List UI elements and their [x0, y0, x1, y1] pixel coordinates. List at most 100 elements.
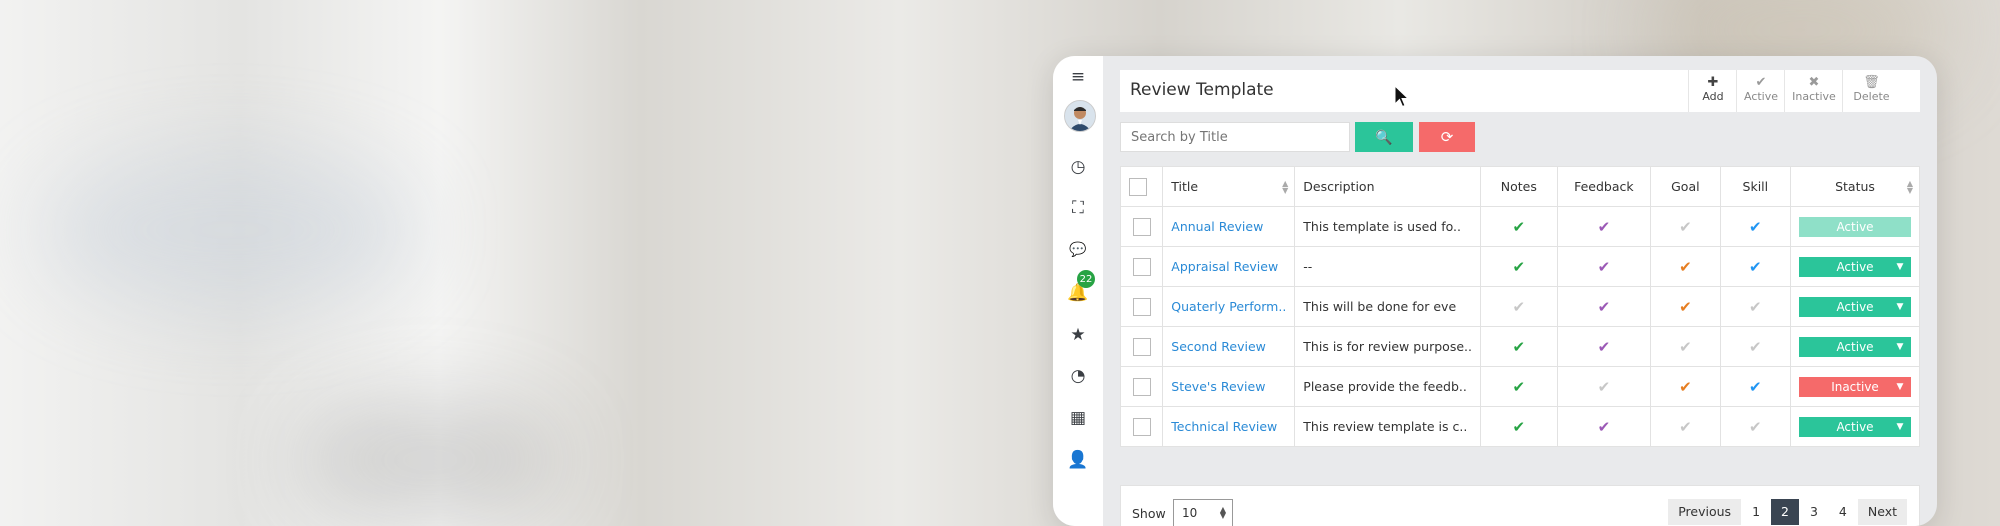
pagination-page-4[interactable]: 4 — [1828, 499, 1857, 525]
caret-down-icon[interactable]: ▼ — [1889, 337, 1911, 357]
check-icon: ✔ — [1512, 297, 1526, 316]
template-title-link[interactable]: Steve's Review — [1171, 379, 1265, 394]
page-size-select[interactable]: 10 ▲ ▼ — [1173, 499, 1233, 526]
main-content: Review Template ✚ Add ✔ Active ✖ Inactiv… — [1119, 70, 1920, 526]
template-title-link[interactable]: Second Review — [1171, 339, 1266, 354]
fullscreen-icon[interactable]: ⛶ — [1063, 193, 1093, 223]
avatar[interactable] — [1064, 100, 1096, 132]
status-cell: Inactive ▼ — [1790, 366, 1920, 407]
row-checkbox[interactable] — [1132, 297, 1151, 316]
star-icon[interactable]: ★ — [1063, 320, 1093, 350]
skill-cell: ✔ — [1719, 206, 1792, 247]
row-checkbox[interactable] — [1132, 337, 1151, 356]
title-cell: Steve's Review — [1162, 366, 1296, 407]
table-footer: Show 10 ▲ ▼ Previous 1 2 3 4 Next — [1120, 485, 1920, 526]
column-header-skill: Skill — [1719, 166, 1792, 207]
status-dropdown[interactable]: Inactive ▼ — [1799, 376, 1911, 397]
goal-cell: ✔ — [1650, 366, 1721, 407]
sidebar: ≡ ◷ ⛶ 💬 🔔 22 ★ ◔ ▦ 👤 — [1053, 56, 1103, 526]
sort-icon[interactable]: ▲ ▼ — [1907, 180, 1913, 195]
row-checkbox-cell — [1119, 366, 1164, 407]
column-header-notes: Notes — [1479, 166, 1558, 207]
column-description-label: Description — [1303, 179, 1375, 194]
status-badge[interactable]: Active — [1799, 216, 1911, 237]
row-checkbox[interactable] — [1132, 257, 1151, 276]
template-title-link[interactable]: Quaterly Perform.. — [1171, 299, 1286, 314]
chat-icon[interactable]: 💬 — [1063, 235, 1093, 265]
row-checkbox-cell — [1119, 246, 1164, 287]
menu-icon[interactable]: ≡ — [1063, 62, 1093, 92]
grid-icon[interactable]: ▦ — [1063, 403, 1093, 433]
check-icon: ✔ — [1679, 217, 1692, 236]
goal-cell: ✔ — [1650, 246, 1721, 287]
check-icon: ✔ — [1597, 297, 1611, 316]
check-icon: ✔ — [1679, 377, 1692, 396]
pagination-previous[interactable]: Previous — [1668, 499, 1742, 525]
row-checkbox[interactable] — [1132, 217, 1151, 236]
active-button[interactable]: ✔ Active — [1736, 70, 1785, 112]
description-cell: Please provide the feedb.. — [1294, 366, 1481, 407]
column-header-title[interactable]: Title ▲ ▼ — [1162, 166, 1296, 207]
review-template-table: Title ▲ ▼ Description Notes Feedback Goal … — [1119, 166, 1920, 447]
background-blur — [40, 150, 420, 310]
active-label: Active — [1743, 90, 1779, 103]
pagination-page-2[interactable]: 2 — [1771, 499, 1799, 525]
goal-cell: ✔ — [1650, 326, 1721, 367]
page-header: Review Template ✚ Add ✔ Active ✖ Inactiv… — [1120, 70, 1920, 112]
pagination-page-1[interactable]: 1 — [1742, 499, 1771, 525]
column-title-label: Title — [1171, 179, 1199, 194]
row-checkbox[interactable] — [1132, 377, 1151, 396]
caret-down-icon[interactable]: ▼ — [1889, 377, 1911, 397]
status-dropdown[interactable]: Active ▼ — [1799, 416, 1911, 437]
pagination-next[interactable]: Next — [1857, 499, 1907, 525]
notes-cell: ✔ — [1479, 406, 1558, 447]
refresh-button[interactable]: ⟳ — [1419, 122, 1475, 152]
template-title-link[interactable]: Technical Review — [1171, 419, 1277, 434]
template-title-link[interactable]: Annual Review — [1171, 219, 1263, 234]
skill-cell: ✔ — [1719, 246, 1792, 287]
caret-down-icon[interactable]: ▼ — [1889, 417, 1911, 437]
clock-icon[interactable]: ◷ — [1063, 152, 1093, 182]
search-icon: 🔍 — [1375, 128, 1393, 145]
column-notes-label: Notes — [1500, 179, 1537, 194]
search-input[interactable] — [1120, 122, 1350, 152]
caret-down-icon[interactable]: ▼ — [1889, 297, 1911, 317]
sort-icon[interactable]: ▲ ▼ — [1282, 180, 1288, 195]
check-icon: ✔ — [1749, 337, 1762, 356]
description-cell: This template is used fo.. — [1294, 206, 1481, 247]
dashboard-icon[interactable]: ◔ — [1063, 361, 1093, 391]
row-checkbox-cell — [1119, 206, 1164, 247]
show-label: Show — [1132, 506, 1166, 521]
add-button[interactable]: ✚ Add — [1688, 70, 1737, 112]
goal-cell: ✔ — [1650, 206, 1721, 247]
delete-button[interactable]: 🗑 Delete — [1842, 70, 1900, 112]
description-cell: This will be done for eve — [1294, 286, 1481, 327]
pagination-page-3[interactable]: 3 — [1799, 499, 1828, 525]
skill-cell: ✔ — [1719, 366, 1792, 407]
row-checkbox[interactable] — [1132, 417, 1151, 436]
status-label: Active — [1836, 219, 1874, 234]
status-cell: Active ▼ — [1790, 286, 1920, 327]
description-cell: This review template is c.. — [1294, 406, 1481, 447]
check-icon: ✔ — [1749, 217, 1762, 236]
search-button[interactable]: 🔍 — [1355, 122, 1413, 152]
template-title-link[interactable]: Appraisal Review — [1171, 259, 1278, 274]
select-arrows-icon: ▲ ▼ — [1219, 505, 1226, 520]
status-label: Active — [1836, 419, 1874, 434]
background-blur — [300, 400, 560, 520]
select-all-checkbox[interactable] — [1129, 177, 1147, 196]
status-dropdown[interactable]: Active ▼ — [1799, 336, 1911, 357]
status-cell: Active ▼ — [1790, 326, 1920, 367]
notes-cell: ✔ — [1479, 286, 1558, 327]
title-cell: Annual Review — [1162, 206, 1296, 247]
check-icon: ✔ — [1597, 217, 1611, 236]
caret-down-icon[interactable]: ▼ — [1889, 257, 1911, 277]
column-header-status[interactable]: Status ▲ ▼ — [1790, 166, 1920, 207]
notes-cell: ✔ — [1479, 326, 1558, 367]
column-goal-label: Goal — [1671, 179, 1700, 194]
status-dropdown[interactable]: Active ▼ — [1799, 296, 1911, 317]
status-dropdown[interactable]: Active ▼ — [1799, 256, 1911, 277]
inactive-button[interactable]: ✖ Inactive — [1784, 70, 1843, 112]
user-icon[interactable]: 👤 — [1063, 445, 1093, 475]
feedback-cell: ✔ — [1556, 366, 1652, 407]
